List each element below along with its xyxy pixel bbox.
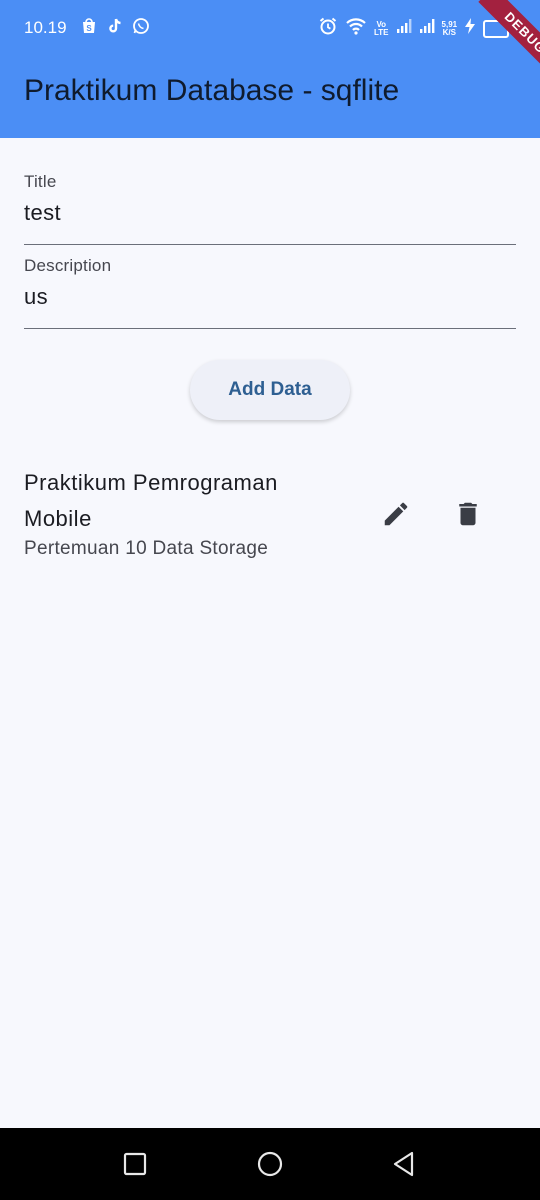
volte-indicator: Vo LTE [374, 20, 389, 37]
add-data-button[interactable]: Add Data [190, 360, 350, 420]
recents-button[interactable] [121, 1150, 149, 1178]
item-subtitle: Pertemuan 10 Data Storage [24, 538, 269, 559]
delete-button[interactable] [450, 496, 486, 532]
whatsapp-icon [132, 17, 150, 35]
back-button[interactable] [390, 1150, 418, 1178]
description-field-label: Description [24, 256, 112, 275]
trash-icon [459, 502, 477, 526]
edit-icon [384, 502, 408, 526]
edit-button[interactable] [378, 496, 414, 532]
list-item: Praktikum Pemrograman Mobile Pertemuan 1… [24, 460, 516, 570]
title-field-label: Title [24, 172, 57, 191]
triangle-back-icon [393, 1151, 414, 1177]
circle-icon [257, 1151, 283, 1177]
charging-icon [464, 17, 476, 40]
app-bar-title: Praktikum Database - sqflite [24, 74, 400, 107]
volte-bottom: LTE [374, 27, 389, 37]
item-title: Praktikum Pemrograman Mobile [24, 470, 278, 531]
home-button[interactable] [256, 1150, 284, 1178]
network-speed: 5,91 K/S [442, 20, 458, 37]
title-field-value[interactable]: test [24, 200, 516, 226]
wifi-icon [345, 16, 367, 41]
signal-1-icon [396, 18, 412, 39]
notification-icons: S [80, 17, 150, 35]
tiktok-icon [106, 17, 124, 35]
system-nav-bar [0, 1128, 540, 1200]
system-icons: Vo LTE 5,91 K/S [318, 16, 513, 41]
shopee-icon: S [80, 17, 98, 35]
square-icon [123, 1152, 147, 1176]
app-header: 10.19 S Vo LTE 5,91 K/S DEBUG Praktikum … [0, 0, 540, 138]
status-bar: 10.19 S Vo LTE 5,91 K/S [0, 0, 540, 56]
description-field[interactable]: Description us [24, 256, 516, 329]
speed-unit: K/S [442, 27, 456, 37]
description-field-value[interactable]: us [24, 284, 516, 310]
title-field[interactable]: Title test [24, 172, 516, 245]
alarm-icon [318, 16, 338, 41]
svg-text:S: S [86, 24, 92, 33]
signal-2-icon [419, 18, 435, 39]
status-time: 10.19 [24, 18, 67, 37]
